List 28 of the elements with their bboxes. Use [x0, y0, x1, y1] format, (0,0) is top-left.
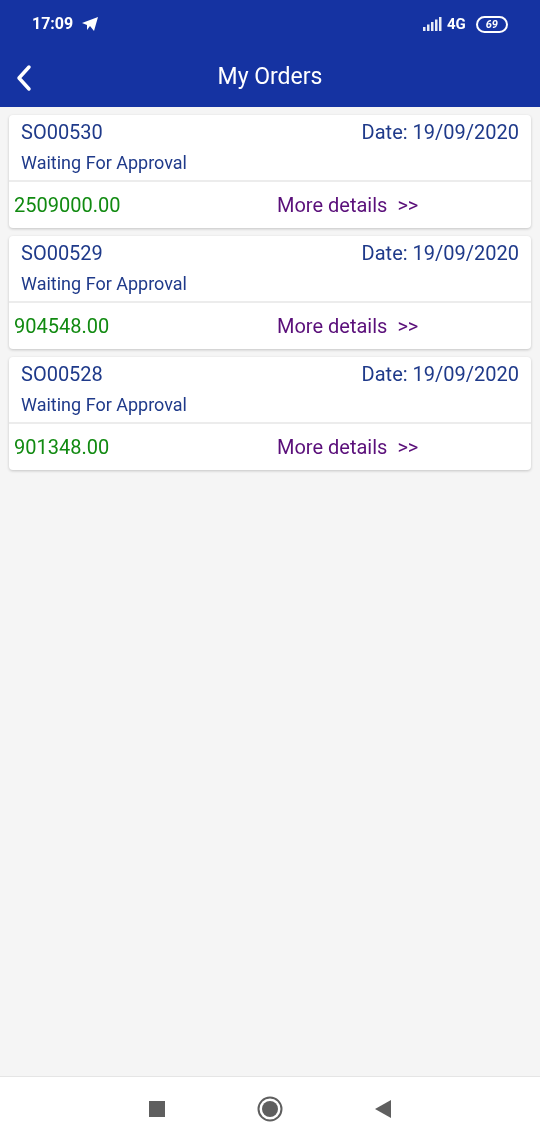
order-date: Date: 19/09/2020 [361, 240, 519, 267]
order-date: Date: 19/09/2020 [361, 361, 519, 388]
more-details-link[interactable]: More details >> [277, 311, 419, 341]
paper-plane-icon [81, 16, 100, 32]
order-number: SO00529 [21, 240, 103, 267]
order-number: SO00530 [21, 119, 103, 146]
order-card[interactable]: SO00529 Date: 19/09/2020 Waiting For Approval 904548.00 More details >> [9, 236, 531, 349]
status-time: 17:09 [32, 13, 74, 35]
order-status: Waiting For Approval [21, 393, 188, 417]
order-amount: 904548.00 [14, 313, 111, 340]
order-card[interactable]: SO00530 Date: 19/09/2020 Waiting For Approval 2509000.00 More details >> [9, 115, 531, 228]
order-status: Waiting For Approval [21, 151, 188, 175]
more-details-link[interactable]: More details >> [277, 432, 419, 462]
network-type: 4G [446, 13, 466, 35]
battery-icon: 69 [475, 15, 508, 33]
order-amount: 901348.00 [14, 434, 111, 461]
order-amount: 2509000.00 [14, 192, 122, 219]
order-status: Waiting For Approval [21, 272, 188, 296]
order-date: Date: 19/09/2020 [361, 119, 519, 146]
signal-icon [422, 17, 443, 31]
order-number: SO00528 [21, 361, 103, 388]
home-circle-icon[interactable] [257, 1095, 283, 1122]
back-triangle-icon[interactable] [375, 1099, 391, 1118]
order-card[interactable]: SO00528 Date: 19/09/2020 Waiting For Approval 901348.00 More details >> [9, 357, 531, 470]
more-details-link[interactable]: More details >> [277, 190, 419, 220]
square-icon[interactable] [149, 1100, 165, 1117]
page-title: My Orders [217, 62, 323, 93]
back-icon [16, 63, 32, 92]
